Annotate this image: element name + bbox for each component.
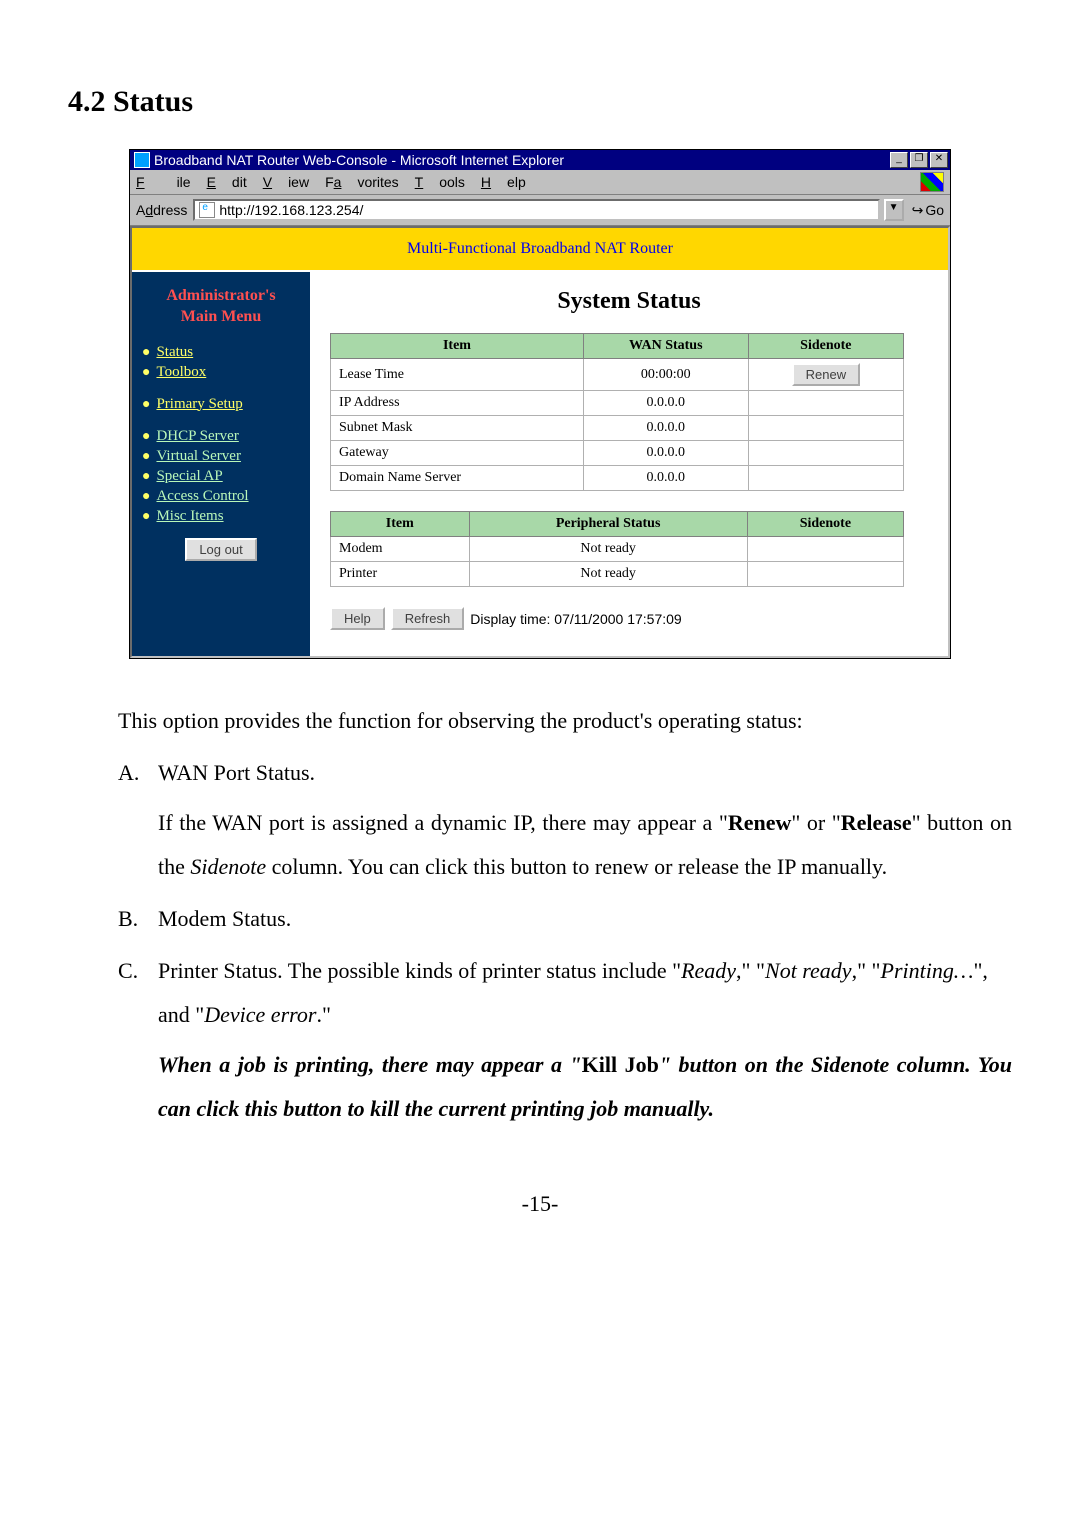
menu-help[interactable]: Help [481, 174, 526, 190]
wan-status-table: Item WAN Status Sidenote Lease Time 00:0… [330, 333, 904, 491]
item-c-body: Printer Status. The possible kinds of pr… [158, 949, 1012, 1037]
url-text: http://192.168.123.254/ [219, 202, 363, 218]
browser-window: Broadband NAT Router Web-Console - Micro… [129, 149, 951, 659]
item-c-marker: C. [118, 949, 158, 1037]
menu-file[interactable]: File [136, 174, 191, 190]
address-dropdown[interactable]: ▼ [884, 199, 904, 221]
page-icon [199, 202, 215, 218]
table-row: IP Address0.0.0.0 [331, 391, 904, 416]
renew-button[interactable]: Renew [792, 363, 860, 386]
menu-edit[interactable]: Edit [207, 174, 247, 190]
table-row: PrinterNot ready [331, 562, 904, 587]
item-a-body: If the WAN port is assigned a dynamic IP… [158, 801, 1012, 889]
window-titlebar: Broadband NAT Router Web-Console - Micro… [130, 150, 950, 170]
col-item: Item [331, 334, 584, 359]
display-time: Display time: 07/11/2000 17:57:09 [470, 611, 681, 627]
page-number: -15- [68, 1191, 1012, 1217]
document-body: This option provides the function for ob… [68, 699, 1012, 1131]
main-content: System Status Item WAN Status Sidenote L… [310, 272, 948, 656]
table-row: Subnet Mask0.0.0.0 [331, 416, 904, 441]
sidebar-item-primary-setup[interactable]: ●Primary Setup [142, 394, 310, 414]
logout-button[interactable]: Log out [185, 538, 256, 561]
item-a-title: WAN Port Status. [158, 751, 1012, 795]
go-icon: ↪ [912, 202, 924, 219]
address-bar: Address http://192.168.123.254/ ▼ ↪ Go [130, 195, 950, 226]
page-title: System Status [330, 288, 928, 315]
go-button[interactable]: ↪ Go [912, 202, 944, 219]
menu-view[interactable]: View [263, 174, 309, 190]
admin-title: Administrator's Main Menu [132, 282, 310, 342]
item-c-note: When a job is printing, there may appear… [158, 1043, 1012, 1131]
sidebar-item-dhcp[interactable]: ●DHCP Server [142, 426, 310, 446]
menu-tools[interactable]: Tools [415, 174, 465, 190]
col-sidenote: Sidenote [748, 334, 903, 359]
router-banner: Multi-Functional Broadband NAT Router [132, 228, 948, 272]
section-heading: 4.2 Status [68, 85, 1012, 119]
menubar: File Edit View Favorites Tools Help [130, 170, 950, 195]
minimize-button[interactable]: _ [890, 152, 908, 168]
menu-favorites[interactable]: Favorites [325, 174, 399, 190]
window-title: Broadband NAT Router Web-Console - Micro… [154, 152, 888, 168]
address-input[interactable]: http://192.168.123.254/ [193, 199, 879, 221]
item-b-title: Modem Status. [158, 897, 1012, 941]
col-sidenote: Sidenote [747, 512, 903, 537]
sidebar-item-status[interactable]: ●Status [142, 342, 310, 362]
refresh-button[interactable]: Refresh [391, 607, 465, 630]
ie-icon [134, 152, 150, 168]
peripheral-table: Item Peripheral Status Sidenote ModemNot… [330, 511, 904, 587]
page-content: Multi-Functional Broadband NAT Router Ad… [130, 226, 950, 658]
sidebar-item-toolbox[interactable]: ●Toolbox [142, 362, 310, 382]
table-row: ModemNot ready [331, 537, 904, 562]
help-button[interactable]: Help [330, 607, 385, 630]
table-row: Domain Name Server0.0.0.0 [331, 466, 904, 491]
item-a-marker: A. [118, 751, 158, 795]
sidebar-item-misc[interactable]: ●Misc Items [142, 506, 310, 526]
restore-button[interactable]: ❐ [910, 152, 928, 168]
col-wan: WAN Status [583, 334, 748, 359]
close-button[interactable]: ✕ [930, 152, 948, 168]
item-b-marker: B. [118, 897, 158, 941]
sidebar-item-special-ap[interactable]: ●Special AP [142, 466, 310, 486]
sidebar: Administrator's Main Menu ●Status ●Toolb… [132, 272, 310, 656]
col-peripheral: Peripheral Status [469, 512, 747, 537]
sidebar-item-virtual-server[interactable]: ●Virtual Server [142, 446, 310, 466]
intro-text: This option provides the function for ob… [118, 699, 1012, 743]
windows-logo-icon [920, 172, 944, 192]
table-row: Gateway0.0.0.0 [331, 441, 904, 466]
address-label: Address [136, 202, 187, 218]
col-item: Item [331, 512, 470, 537]
sidebar-item-access-control[interactable]: ●Access Control [142, 486, 310, 506]
table-row: Lease Time 00:00:00 Renew [331, 359, 904, 391]
